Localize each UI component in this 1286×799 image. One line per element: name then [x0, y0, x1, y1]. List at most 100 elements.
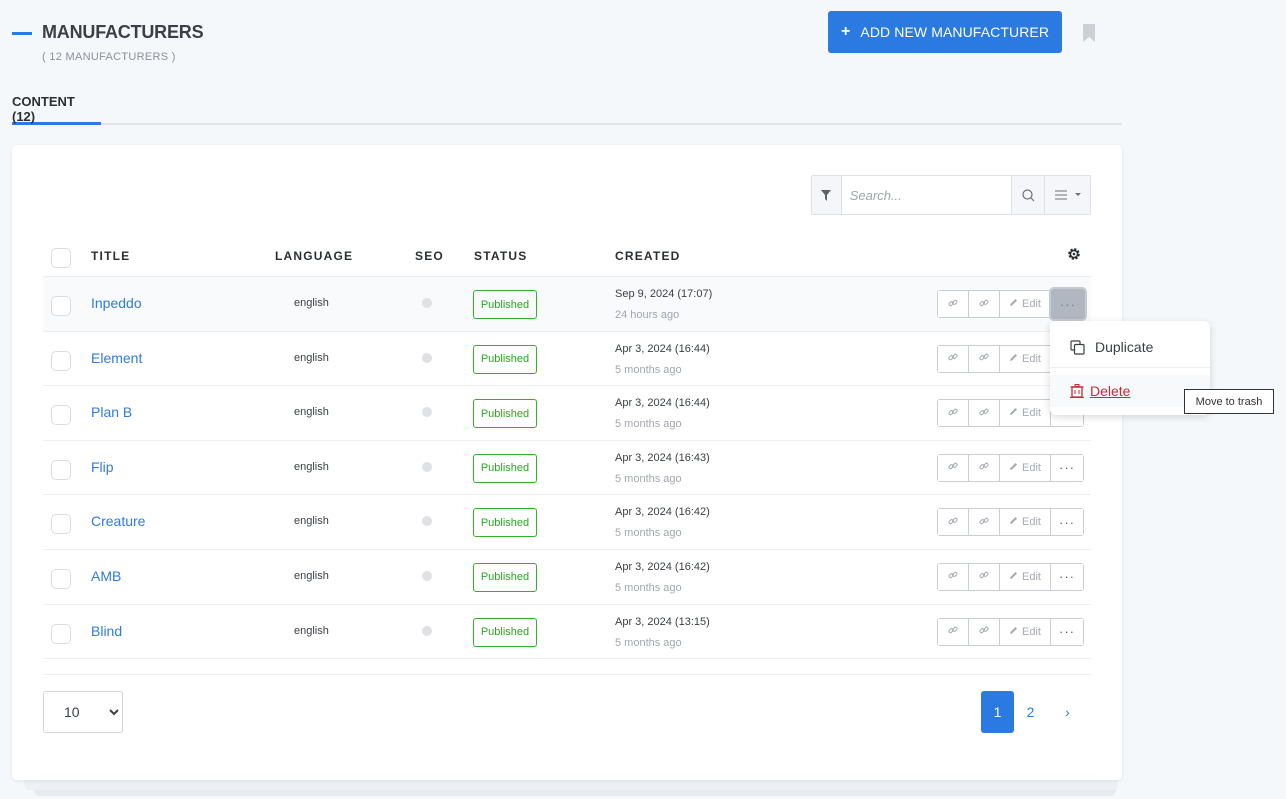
- row-language: english: [294, 515, 329, 528]
- duplicate-label: Duplicate: [1095, 339, 1154, 355]
- list-view-icon: [1054, 190, 1067, 200]
- copy-link-button[interactable]: [938, 400, 969, 427]
- copy-link-button[interactable]: [938, 291, 969, 317]
- row-actions: Edit ···: [937, 289, 1085, 319]
- column-header-seo[interactable]: SEO: [415, 249, 444, 263]
- next-page-button[interactable]: ›: [1051, 691, 1084, 733]
- ellipsis-icon: ···: [1059, 514, 1075, 530]
- page-2-button[interactable]: 2: [1014, 691, 1047, 733]
- open-link-button[interactable]: [969, 291, 1000, 317]
- edit-button[interactable]: Edit: [1000, 454, 1051, 481]
- page-title: MANUFACTURERS: [42, 22, 204, 42]
- table-row[interactable]: Inpeddo english Published Sep 9, 2024 (17:0…: [43, 277, 1091, 332]
- row-checkbox[interactable]: [51, 623, 71, 644]
- row-created-date: Sep 9, 2024 (17:07): [615, 288, 713, 300]
- table-row[interactable]: Flip english Published Apr 3, 2024 (16:43) 5…: [43, 441, 1091, 496]
- table-row[interactable]: AMB english Published Apr 3, 2024 (16:42) 5 …: [43, 550, 1091, 605]
- ellipsis-icon: ···: [1059, 460, 1075, 476]
- gear-icon[interactable]: [1067, 247, 1081, 261]
- row-title-link[interactable]: Element: [91, 350, 142, 366]
- seo-status-dot: [422, 298, 432, 308]
- pencil-icon: [1009, 298, 1018, 310]
- table-row[interactable]: Creature english Published Apr 3, 2024 (16:…: [43, 495, 1091, 550]
- table-toolbar: [811, 175, 1091, 215]
- status-badge: Published: [473, 617, 537, 647]
- edit-button[interactable]: Edit: [1000, 563, 1051, 590]
- row-title-link[interactable]: AMB: [91, 568, 121, 584]
- edit-button[interactable]: Edit: [1000, 618, 1051, 645]
- link-icon: [948, 407, 958, 420]
- open-link-button[interactable]: [969, 345, 1000, 372]
- header-accent-bar: [12, 32, 32, 35]
- manufacturers-table: TITLE LANGUAGE SEO STATUS CREATED Inpedd…: [43, 237, 1091, 660]
- seo-status-dot: [422, 407, 432, 418]
- ellipsis-icon: ···: [1060, 296, 1076, 312]
- row-title-link[interactable]: Creature: [91, 513, 145, 529]
- search-input[interactable]: [841, 176, 1011, 214]
- link-icon: [979, 461, 989, 474]
- row-title-link[interactable]: Blind: [91, 623, 122, 639]
- select-all-checkbox[interactable]: [51, 248, 71, 268]
- more-actions-button[interactable]: ···: [1051, 509, 1083, 536]
- table-row[interactable]: Plan B english Published Apr 3, 2024 (16:44…: [43, 386, 1091, 441]
- bookmark-icon[interactable]: [1082, 24, 1096, 42]
- tab-content[interactable]: CONTENT (12): [12, 92, 101, 125]
- open-link-button[interactable]: [969, 509, 1000, 536]
- page-header: MANUFACTURERS ( 12 MANUFACTURERS ) + ADD…: [12, 11, 1122, 70]
- open-link-button[interactable]: [969, 618, 1000, 645]
- edit-button[interactable]: Edit: [1000, 345, 1051, 372]
- footer-divider: [43, 674, 1091, 675]
- more-actions-button[interactable]: ···: [1051, 618, 1083, 645]
- link-icon: [948, 298, 958, 311]
- filter-button[interactable]: [812, 176, 842, 214]
- row-created-date: Apr 3, 2024 (16:44): [615, 342, 710, 355]
- row-checkbox[interactable]: [51, 296, 71, 316]
- row-checkbox[interactable]: [51, 514, 71, 535]
- duplicate-menu-item[interactable]: Duplicate: [1050, 329, 1210, 365]
- row-checkbox[interactable]: [51, 459, 71, 480]
- edit-label: Edit: [1022, 407, 1041, 420]
- column-header-language[interactable]: LANGUAGE: [275, 249, 353, 263]
- row-title-link[interactable]: Plan B: [91, 404, 132, 420]
- copy-link-button[interactable]: [938, 345, 969, 372]
- column-header-created[interactable]: CREATED: [615, 249, 681, 263]
- duplicate-icon: [1070, 339, 1085, 355]
- page-1-button[interactable]: 1: [981, 691, 1014, 733]
- row-language: english: [294, 351, 329, 364]
- pencil-icon: [1009, 571, 1018, 583]
- row-created-relative: 24 hours ago: [615, 309, 680, 321]
- row-title-link[interactable]: Inpeddo: [91, 295, 142, 311]
- column-header-status[interactable]: STATUS: [474, 249, 527, 263]
- table-row[interactable]: Element english Published Apr 3, 2024 (16:4…: [43, 332, 1091, 387]
- edit-button[interactable]: Edit: [1000, 400, 1051, 427]
- row-checkbox[interactable]: [51, 568, 71, 589]
- per-page-select[interactable]: 10: [43, 691, 123, 733]
- table-row[interactable]: Blind english Published Apr 3, 2024 (13:15)…: [43, 605, 1091, 660]
- row-checkbox[interactable]: [51, 405, 71, 426]
- open-link-button[interactable]: [969, 563, 1000, 590]
- view-options-button[interactable]: [1044, 176, 1090, 214]
- edit-label: Edit: [1022, 461, 1041, 474]
- row-checkbox[interactable]: [51, 350, 71, 371]
- more-actions-button[interactable]: ···: [1051, 454, 1083, 481]
- column-header-title[interactable]: TITLE: [91, 249, 130, 263]
- add-new-manufacturer-button[interactable]: + ADD NEW MANUFACTURER: [828, 11, 1062, 53]
- edit-button[interactable]: Edit: [1000, 291, 1051, 317]
- copy-link-button[interactable]: [938, 618, 969, 645]
- seo-status-dot: [422, 570, 432, 581]
- status-badge: Published: [473, 453, 537, 483]
- edit-label: Edit: [1022, 570, 1041, 583]
- more-actions-button[interactable]: ···: [1051, 563, 1083, 590]
- row-title-link[interactable]: Flip: [91, 459, 114, 475]
- copy-link-button[interactable]: [938, 563, 969, 590]
- more-actions-button[interactable]: ···: [1051, 289, 1085, 319]
- open-link-button[interactable]: [969, 400, 1000, 427]
- copy-link-button[interactable]: [938, 454, 969, 481]
- ellipsis-icon: ···: [1059, 624, 1075, 640]
- row-language: english: [294, 569, 329, 582]
- edit-button[interactable]: Edit: [1000, 509, 1051, 536]
- search-button[interactable]: [1010, 176, 1045, 214]
- status-badge: Published: [473, 508, 537, 538]
- copy-link-button[interactable]: [938, 509, 969, 536]
- open-link-button[interactable]: [969, 454, 1000, 481]
